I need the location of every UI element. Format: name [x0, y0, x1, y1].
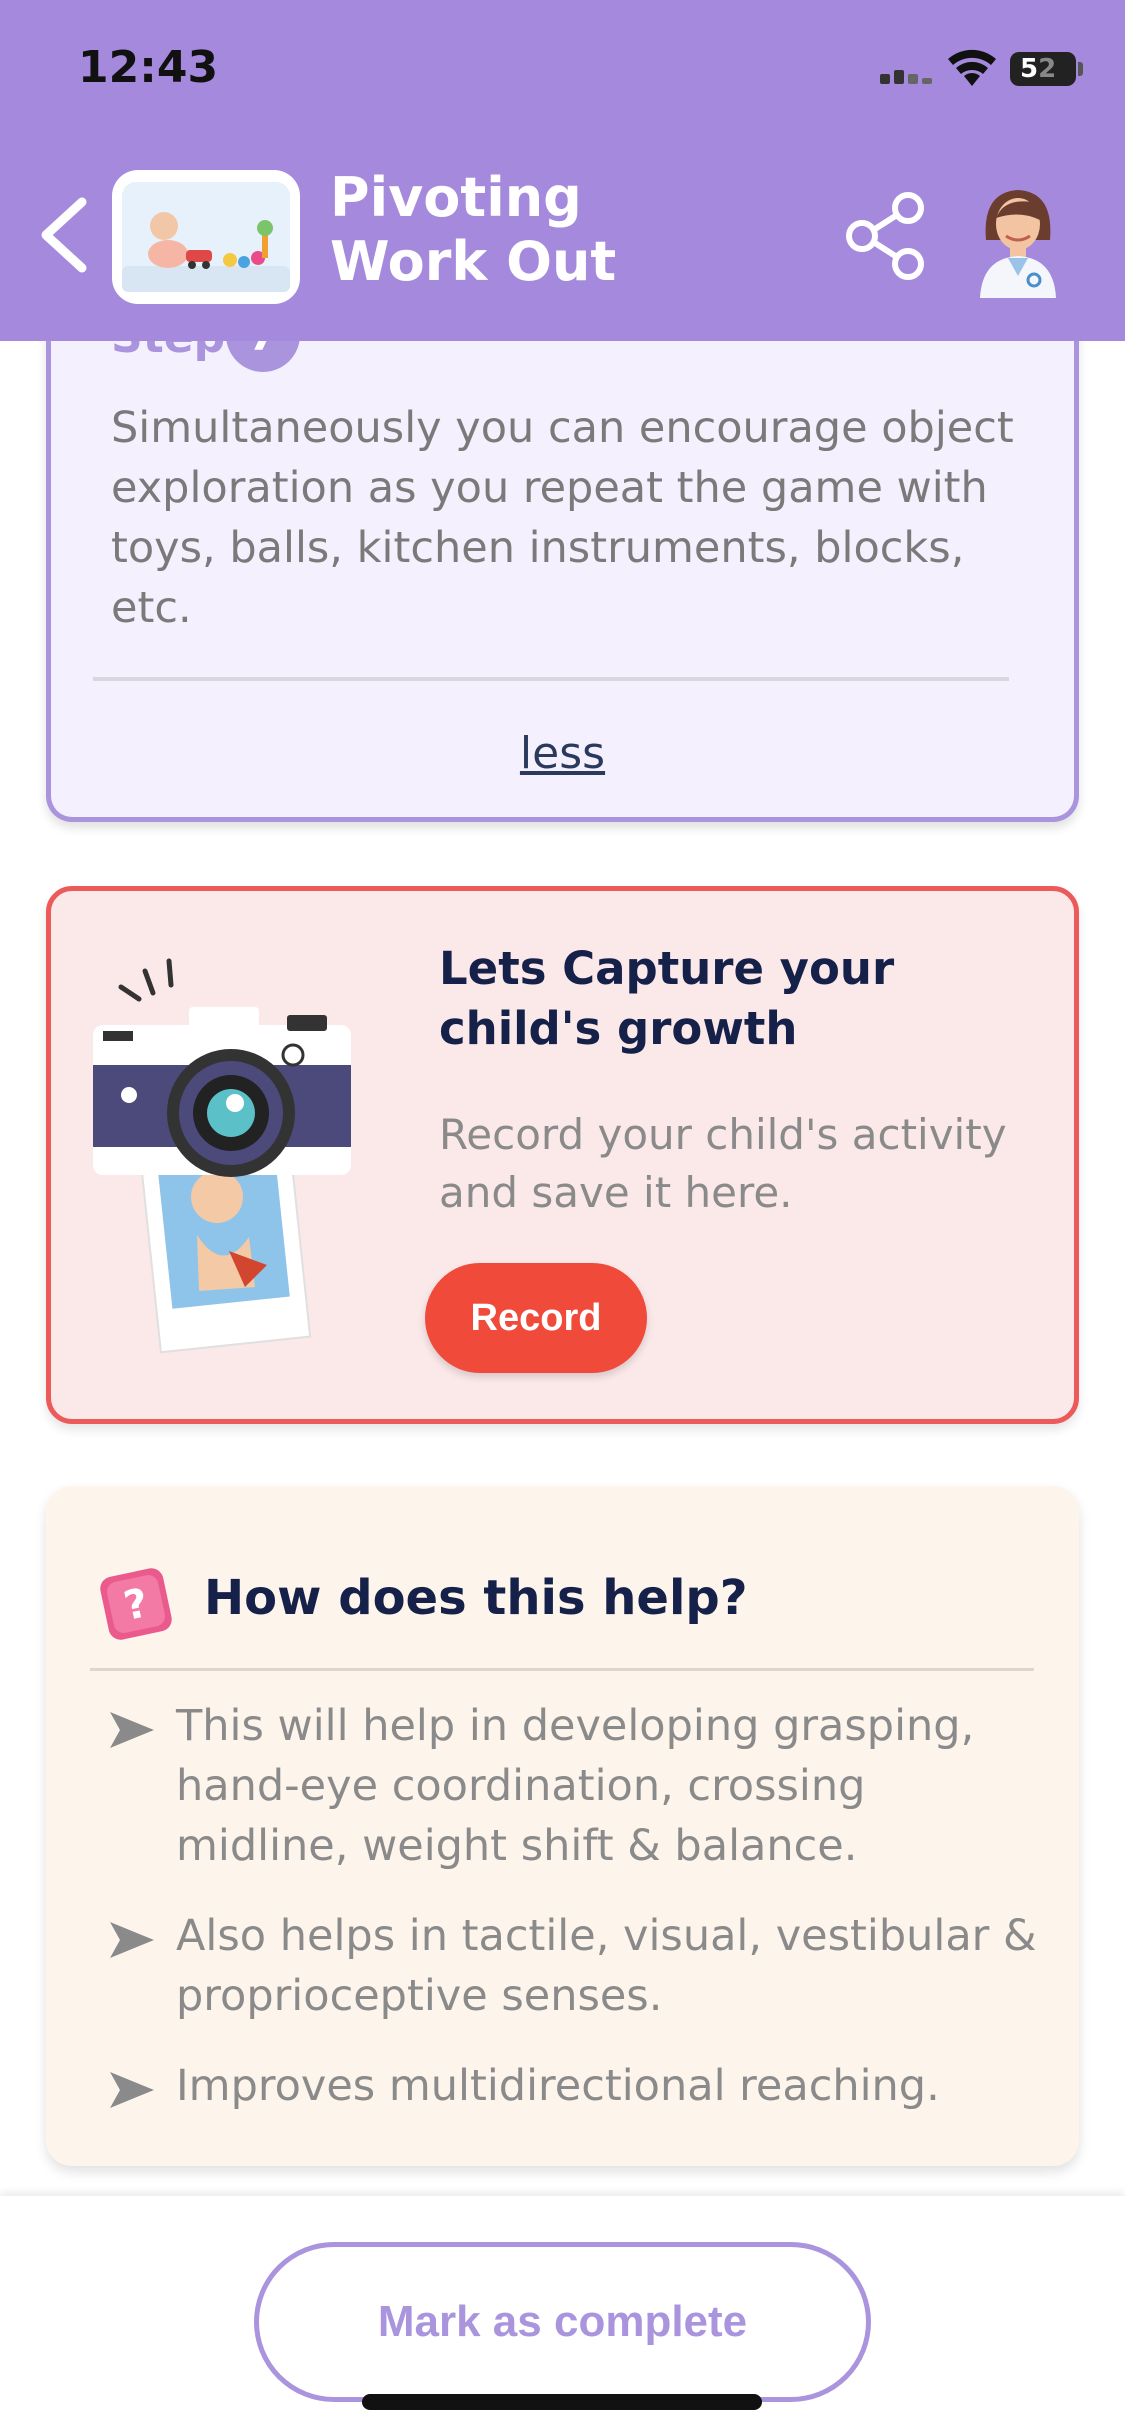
- battery-icon: 52: [1010, 52, 1076, 86]
- help-benefits-list: This will help in developing grasping, h…: [90, 1696, 1050, 2146]
- baby-toys-illustration-icon: [122, 182, 290, 292]
- how-does-this-help-card: ? How does this help? This will help in …: [46, 1486, 1079, 2166]
- camera-photo-illustration-icon: [93, 958, 351, 1354]
- doctor-avatar-icon[interactable]: [968, 180, 1068, 300]
- wifi-icon: [948, 49, 996, 86]
- share-icon[interactable]: [840, 186, 930, 286]
- less-link[interactable]: less: [51, 728, 1074, 779]
- send-arrow-icon: [110, 2072, 154, 2108]
- battery-level-dim: 2: [1038, 54, 1057, 84]
- send-arrow-icon: [110, 1922, 154, 1958]
- capture-growth-card: Lets Capture your child's growth Record …: [46, 886, 1079, 1424]
- activity-thumbnail: [112, 170, 300, 304]
- step-card: Step 7 Simultaneously you can encourage …: [46, 290, 1079, 822]
- app-header: 12:43 52 Pivoting Work Out: [0, 0, 1125, 341]
- step-divider: [93, 677, 1009, 681]
- send-arrow-icon: [110, 1712, 154, 1748]
- help-item-text: Improves multidirectional reaching.: [176, 2061, 940, 2111]
- list-item: Also helps in tactile, visual, vestibula…: [90, 1906, 1050, 2026]
- help-title: How does this help?: [204, 1570, 748, 1626]
- home-indicator[interactable]: [362, 2394, 762, 2410]
- capture-title: Lets Capture your child's growth: [439, 942, 895, 1055]
- list-item: This will help in developing grasping, h…: [90, 1696, 1050, 1876]
- step-description: Simultaneously you can encourage object …: [111, 403, 1014, 633]
- question-mark-icon: ?: [100, 1568, 172, 1640]
- battery-cap: [1078, 62, 1083, 76]
- list-item: Improves multidirectional reaching.: [90, 2056, 1050, 2116]
- page-title: Pivoting Work Out: [330, 166, 617, 293]
- battery-level: 5: [1020, 54, 1039, 84]
- cellular-signal-icon: [880, 62, 936, 84]
- record-button[interactable]: Record: [425, 1263, 647, 1373]
- back-arrow-icon[interactable]: [30, 190, 100, 280]
- help-item-text: Also helps in tactile, visual, vestibula…: [176, 1911, 1037, 2021]
- help-divider: [90, 1668, 1034, 1671]
- mark-as-complete-button[interactable]: Mark as complete: [254, 2242, 871, 2402]
- status-time: 12:43: [78, 42, 219, 93]
- help-item-text: This will help in developing grasping, h…: [176, 1701, 975, 1871]
- capture-description: Record your child's activity and save it…: [439, 1110, 1007, 1217]
